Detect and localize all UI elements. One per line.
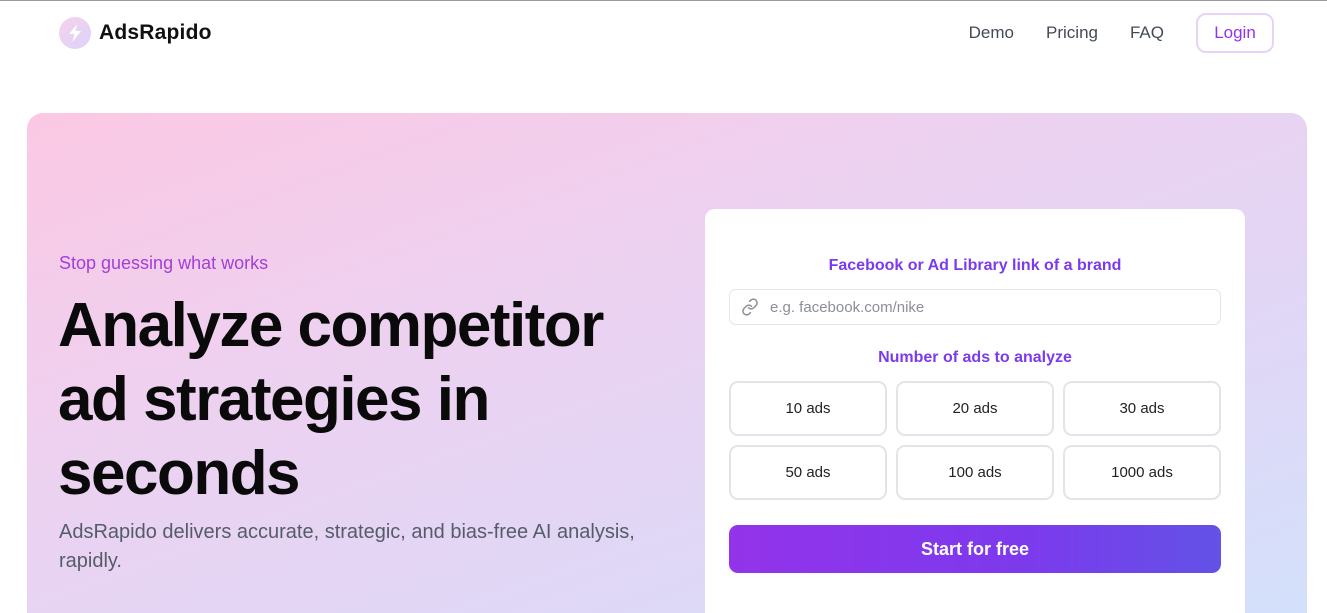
ad-count-option-20[interactable]: 20 ads xyxy=(896,381,1054,436)
ad-count-label: Number of ads to analyze xyxy=(878,349,1072,366)
ad-count-option-100[interactable]: 100 ads xyxy=(896,445,1054,500)
top-navigation: AdsRapido Demo Pricing FAQ Login xyxy=(0,1,1327,65)
brand[interactable]: AdsRapido xyxy=(59,17,212,49)
hero-subtext: AdsRapido delivers accurate, strategic, … xyxy=(59,521,635,572)
login-button[interactable]: Login xyxy=(1196,13,1274,53)
nav-links: Demo Pricing FAQ Login xyxy=(969,13,1274,53)
lightning-bolt-icon xyxy=(59,17,91,49)
hero-eyebrow: Stop guessing what works xyxy=(59,253,269,273)
ad-count-options: 10 ads 20 ads 30 ads 50 ads 100 ads 1000… xyxy=(729,381,1221,500)
hero-section: Stop guessing what works Analyze competi… xyxy=(27,113,1307,613)
brand-name: AdsRapido xyxy=(99,21,212,44)
hero-headline: Analyze competitor ad strategies in seco… xyxy=(58,291,604,508)
link-icon xyxy=(740,297,760,317)
ad-count-option-1000[interactable]: 1000 ads xyxy=(1063,445,1221,500)
brand-link-input[interactable] xyxy=(770,292,1210,322)
start-for-free-button[interactable]: Start for free xyxy=(729,525,1221,573)
ad-count-option-10[interactable]: 10 ads xyxy=(729,381,887,436)
brand-link-field[interactable] xyxy=(729,289,1221,325)
link-field-label: Facebook or Ad Library link of a brand xyxy=(828,257,1122,274)
nav-link-demo[interactable]: Demo xyxy=(969,23,1014,43)
analysis-form-card: Facebook or Ad Library link of a brand N… xyxy=(705,209,1245,613)
nav-link-faq[interactable]: FAQ xyxy=(1130,23,1164,43)
nav-link-pricing[interactable]: Pricing xyxy=(1046,23,1098,43)
ad-count-option-50[interactable]: 50 ads xyxy=(729,445,887,500)
ad-count-option-30[interactable]: 30 ads xyxy=(1063,381,1221,436)
